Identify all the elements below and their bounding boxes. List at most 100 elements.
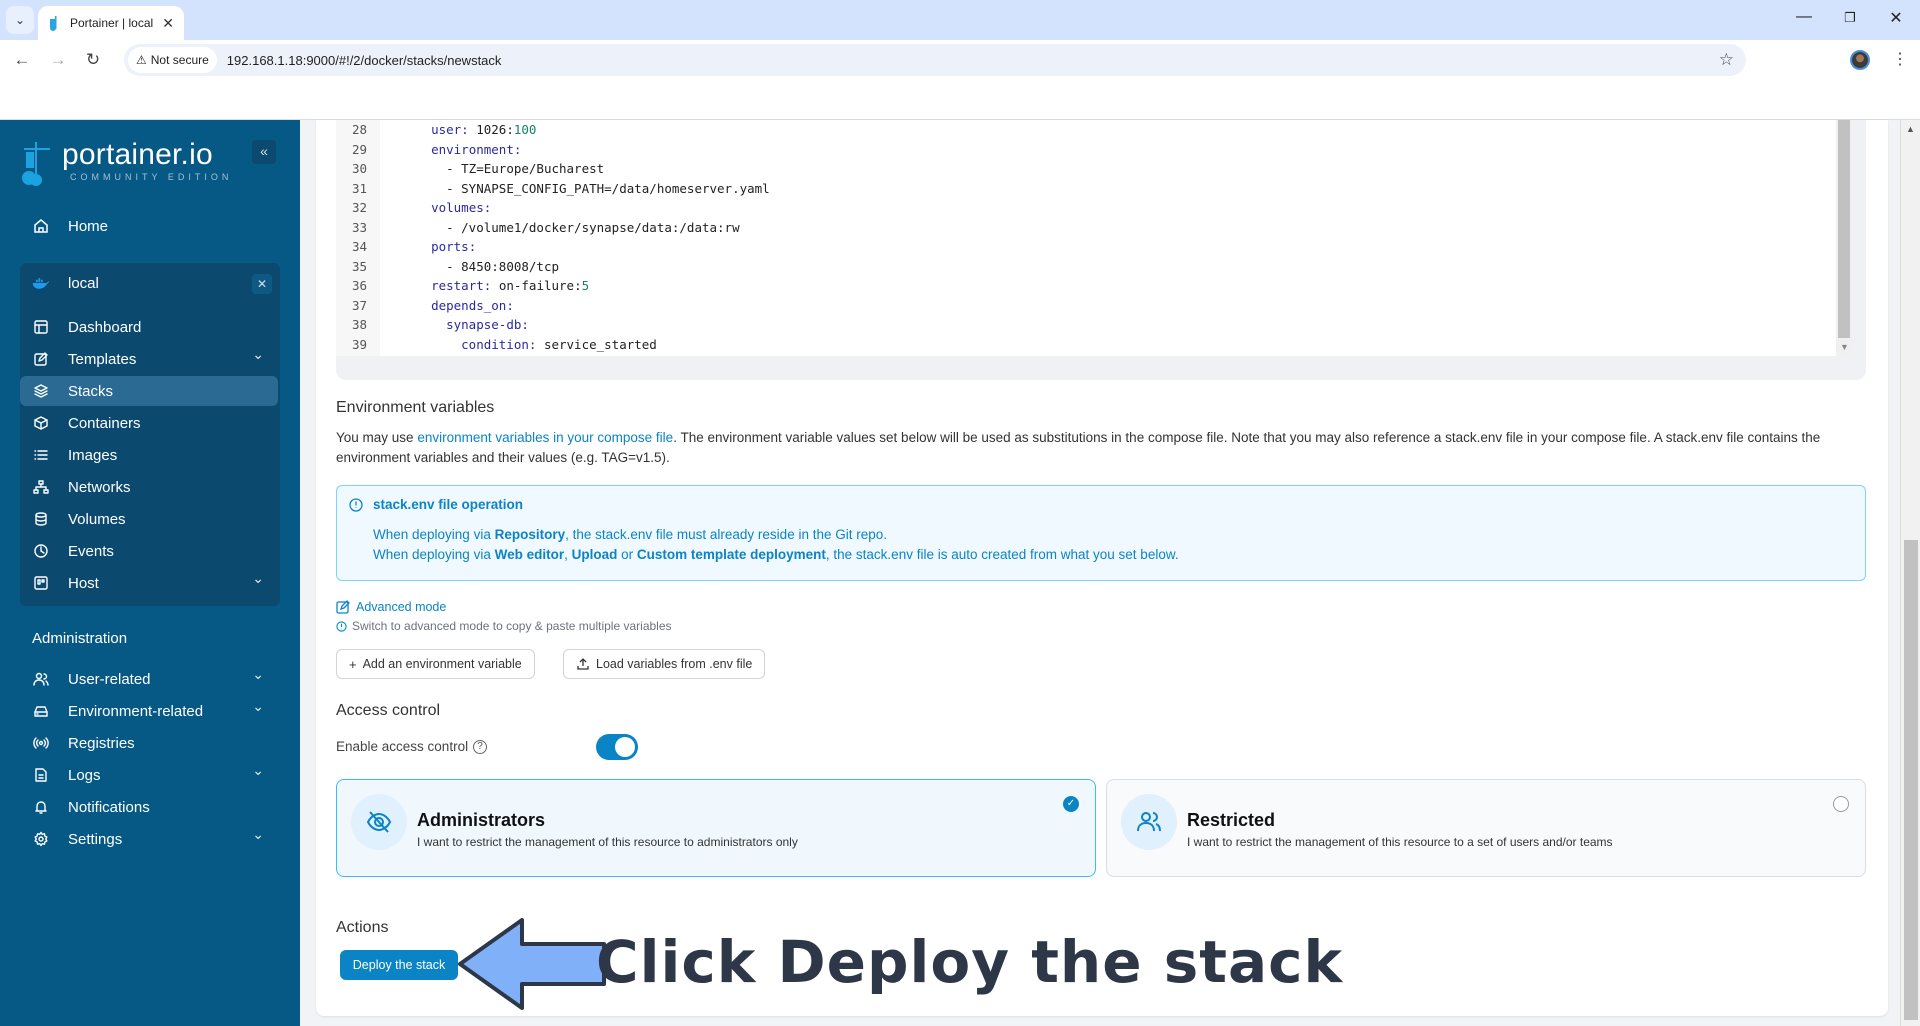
chevron-down-icon[interactable]: ⌄: [252, 698, 264, 715]
main-content: 28 user: 1026:100 29 environment: 30 - TZ=…: [300, 120, 1920, 1026]
sidebar-item-dashboard[interactable]: Dashboard: [20, 312, 278, 342]
sidebar-item-templates[interactable]: Templates ⌄: [20, 344, 278, 374]
load-env-file-button[interactable]: Load variables from .env file: [563, 649, 766, 679]
url-field[interactable]: ⚠ Not secure 192.168.1.18:9000/#!/2/dock…: [124, 44, 1746, 76]
sidebar-item-label: Environment-related: [68, 702, 204, 720]
env-vars-title: Environment variables: [336, 399, 495, 416]
code-text: synapse-db:: [446, 317, 529, 332]
page-scrollbar-thumb[interactable]: [1904, 540, 1918, 1020]
reload-icon[interactable]: ↻: [83, 50, 103, 70]
bookmark-star-icon[interactable]: ☆: [1719, 50, 1734, 70]
scroll-down-icon[interactable]: ▼: [1840, 342, 1849, 352]
sidebar-item-logs[interactable]: Logs ⌄: [20, 760, 278, 790]
forward-icon[interactable]: →: [48, 50, 68, 70]
url-text[interactable]: 192.168.1.18:9000/#!/2/docker/stacks/new…: [227, 53, 502, 68]
chevron-down-icon[interactable]: ⌄: [252, 666, 264, 683]
dashboard-icon: [32, 318, 50, 336]
sidebar-item-registries[interactable]: Registries: [20, 728, 278, 758]
browser-tab[interactable]: Portainer | local ✕: [38, 6, 184, 40]
deploy-stack-button[interactable]: Deploy the stack: [340, 950, 458, 980]
chevron-down-icon[interactable]: ⌄: [252, 762, 264, 779]
tab-list-button[interactable]: ⌄: [6, 6, 34, 34]
access-control-toggle[interactable]: [596, 734, 638, 760]
chevron-down-icon[interactable]: ⌄: [252, 570, 264, 587]
sidebar-item-environment-related[interactable]: Environment-related ⌄: [20, 696, 278, 726]
line-number: 37: [352, 297, 368, 313]
help-icon[interactable]: ?: [473, 739, 488, 754]
advanced-mode-link[interactable]: Advanced mode: [336, 600, 446, 614]
clock-icon: [32, 542, 50, 560]
checkmark-icon: ✓: [1063, 796, 1079, 812]
profile-avatar[interactable]: [1850, 50, 1870, 70]
code-text: restart: on-failure:5: [431, 278, 590, 293]
environment-close-button[interactable]: ✕: [252, 274, 272, 294]
sidebar-item-label: Host: [68, 574, 99, 592]
environment-header[interactable]: local: [20, 268, 278, 298]
chevron-down-icon: ⌄: [14, 13, 26, 27]
portainer-logo[interactable]: portainer.io COMMUNITY EDITION: [20, 140, 232, 188]
browser-menu-icon[interactable]: ⋮: [1892, 49, 1908, 69]
advanced-mode-hint: Switch to advanced mode to copy & paste …: [336, 619, 672, 633]
sidebar-item-events[interactable]: Events: [20, 536, 278, 566]
sidebar-item-notifications[interactable]: Notifications: [20, 792, 278, 822]
address-bar: ← → ↻ ⚠ Not secure 192.168.1.18:9000/#!/…: [0, 40, 1920, 80]
radio-button[interactable]: [1833, 796, 1849, 812]
collapse-sidebar-button[interactable]: «: [252, 140, 276, 164]
sidebar-item-stacks[interactable]: Stacks: [20, 376, 278, 406]
sidebar-item-label: Settings: [68, 830, 123, 848]
compose-code-editor[interactable]: 28 user: 1026:100 29 environment: 30 - TZ=…: [336, 120, 1836, 356]
sidebar-item-home[interactable]: Home: [20, 211, 278, 241]
sidebar-item-label: Networks: [68, 478, 131, 496]
code-text: environment:: [431, 141, 522, 157]
sidebar-item-host[interactable]: Host ⌄: [20, 568, 278, 598]
add-env-variable-button[interactable]: + Add an environment variable: [336, 649, 535, 679]
page-scrollbar[interactable]: ▲: [1900, 120, 1920, 1026]
security-label: Not secure: [150, 53, 209, 67]
annotation-text: Click Deploy the stack: [596, 928, 1344, 996]
access-option-restricted[interactable]: Restricted I want to restrict the manage…: [1106, 779, 1866, 877]
edit-icon: [336, 600, 350, 614]
sidebar-item-settings[interactable]: Settings ⌄: [20, 824, 278, 854]
advanced-hint-text: Switch to advanced mode to copy & paste …: [352, 619, 672, 633]
code-text: - /volume1/docker/synapse/data:/data:rw: [446, 219, 740, 235]
alert-line-2: When deploying via Web editor, Upload or…: [373, 547, 1179, 562]
env-vars-docs-link[interactable]: environment variables in your compose fi…: [417, 430, 673, 445]
tab-close-icon[interactable]: ✕: [162, 15, 174, 32]
line-number: 29: [352, 141, 368, 157]
code-text: condition: service_started: [461, 336, 657, 352]
users-icon: [32, 670, 50, 688]
file-icon: [32, 766, 50, 784]
line-number: 28: [352, 122, 368, 137]
editor-scrollbar[interactable]: ▼: [1836, 120, 1852, 356]
code-text: depends_on:: [431, 297, 514, 313]
code-text: user: 1026:100: [431, 122, 537, 137]
sidebar-item-volumes[interactable]: Volumes: [20, 504, 278, 534]
restore-button[interactable]: ❐: [1838, 10, 1862, 26]
back-icon[interactable]: ←: [12, 50, 32, 70]
line-number: 35: [352, 258, 368, 274]
code-text: volumes:: [431, 200, 492, 215]
sidebar-item-networks[interactable]: Networks: [20, 472, 278, 502]
stack-form-card: 28 user: 1026:100 29 environment: 30 - TZ=…: [316, 120, 1888, 1016]
access-option-administrators[interactable]: Administrators I want to restrict the ma…: [336, 779, 1096, 877]
scroll-up-icon[interactable]: ▲: [1906, 124, 1915, 134]
minimize-button[interactable]: —: [1792, 8, 1816, 26]
enable-label-text: Enable access control: [336, 739, 469, 754]
sidebar-item-label: Logs: [68, 766, 101, 784]
window-close-button[interactable]: ✕: [1884, 8, 1908, 28]
sidebar-item-images[interactable]: Images: [20, 440, 278, 470]
sidebar-item-user-related[interactable]: User-related ⌄: [20, 664, 278, 694]
editor-scrollbar-thumb[interactable]: [1838, 120, 1850, 338]
line-number: 38: [352, 317, 368, 332]
sidebar-item-label: Stacks: [68, 382, 114, 400]
line-number: 30: [352, 161, 368, 176]
security-chip[interactable]: ⚠ Not secure: [128, 47, 217, 73]
code-text: - 8450:8008/tcp: [446, 258, 559, 274]
sidebar-item-containers[interactable]: Containers: [20, 408, 278, 438]
chevron-down-icon[interactable]: ⌄: [252, 826, 264, 843]
line-number: 34: [352, 239, 368, 254]
chevron-down-icon[interactable]: ⌄: [252, 346, 264, 363]
list-icon: [32, 446, 50, 464]
sidebar-item-label: User-related: [68, 670, 151, 688]
edit-icon: [32, 350, 50, 368]
